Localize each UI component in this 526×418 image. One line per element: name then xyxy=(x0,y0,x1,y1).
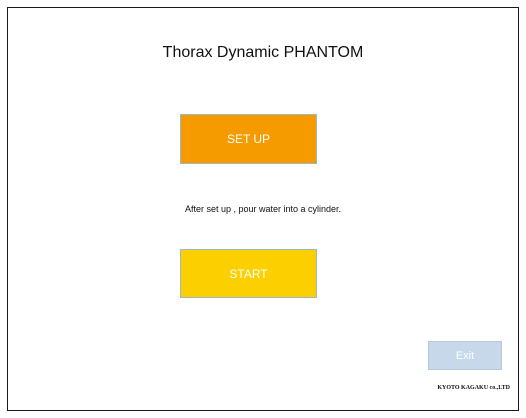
instruction-text: After set up , pour water into a cylinde… xyxy=(184,204,342,214)
start-button-label: START xyxy=(229,266,268,281)
app-title: Thorax Dynamic PHANTOM xyxy=(162,44,364,61)
app-window: Thorax Dynamic PHANTOM SET UP After set … xyxy=(7,7,519,411)
company-name: KYOTO KAGAKU co.,LTD xyxy=(437,385,510,391)
exit-button-label: Exit xyxy=(455,349,475,362)
start-button[interactable]: START xyxy=(180,249,317,298)
setup-button-label: SET UP xyxy=(226,132,271,146)
setup-button[interactable]: SET UP xyxy=(180,114,317,164)
exit-button[interactable]: Exit xyxy=(428,341,502,370)
